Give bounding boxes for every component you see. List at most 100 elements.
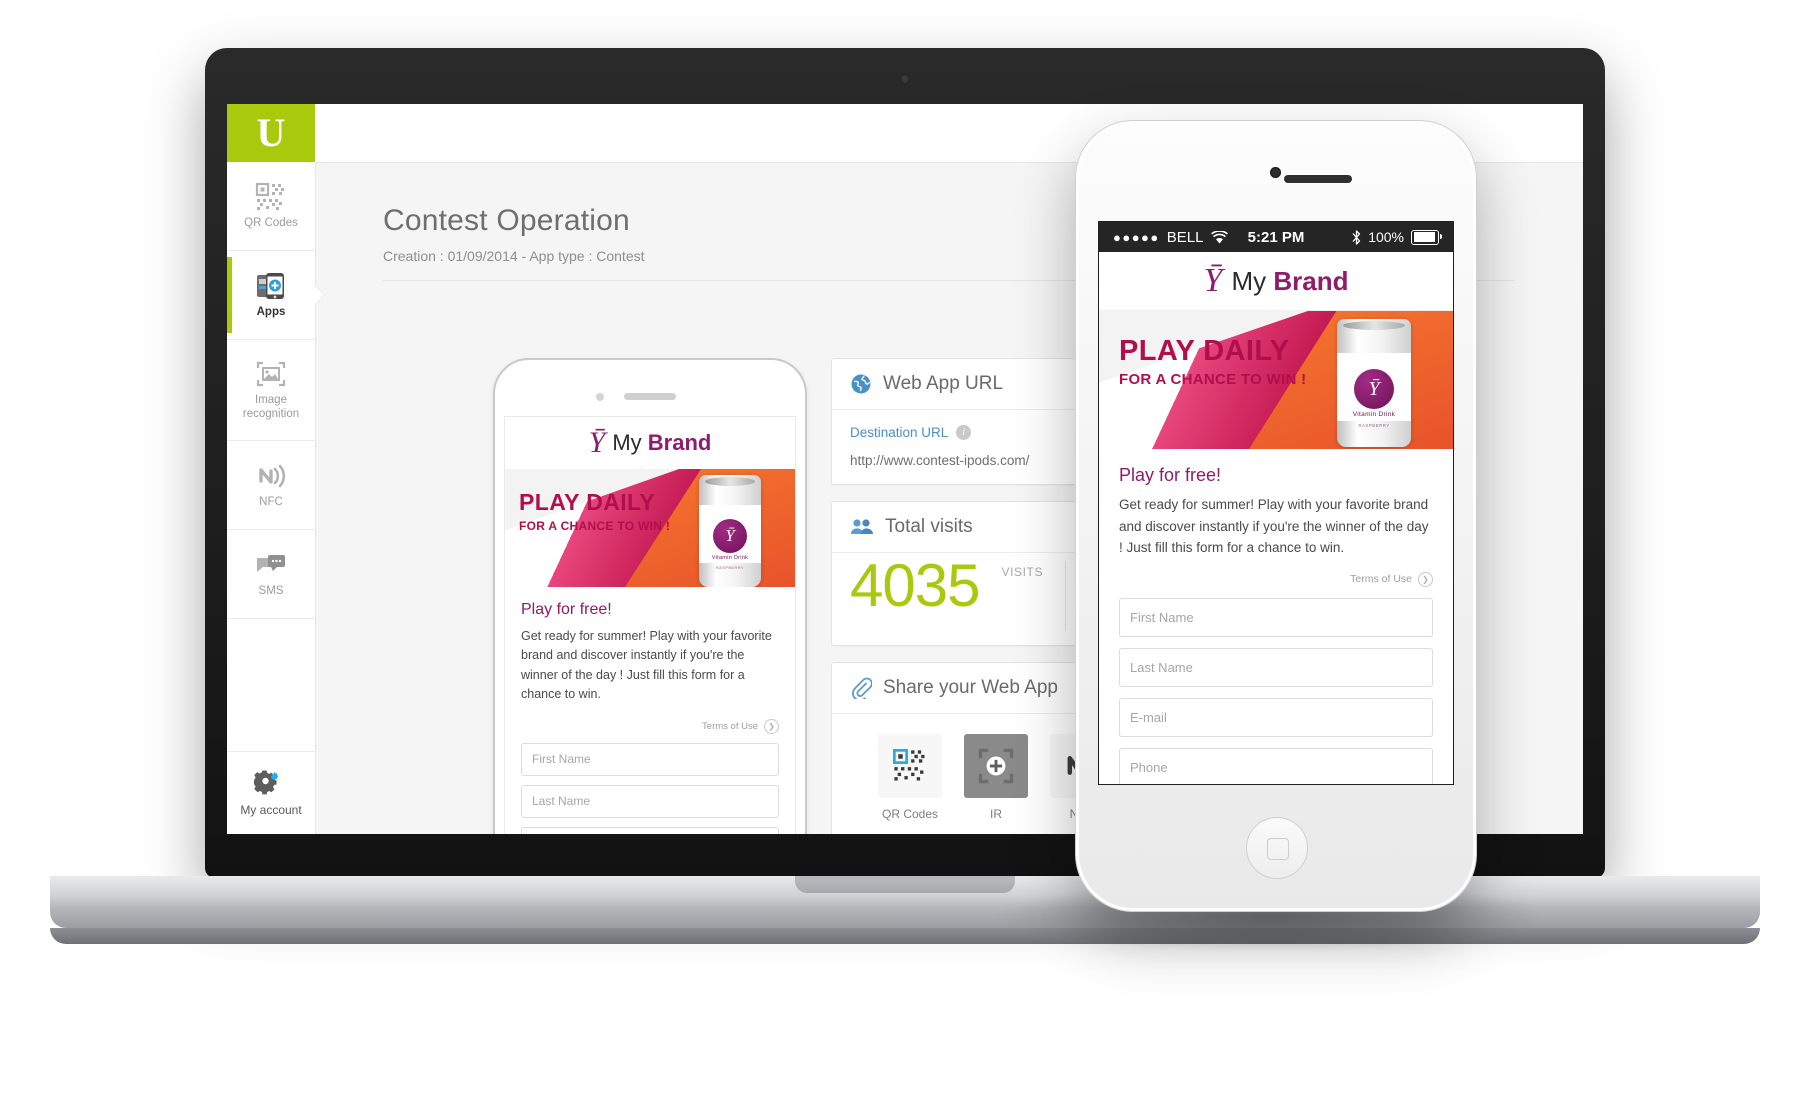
nfc-icon [259,464,286,488]
preview-headline: Play for free! [521,601,612,618]
field-placeholder: Last Name [532,794,591,808]
bluetooth-icon [1352,229,1361,245]
field-placeholder: E-mail [1130,709,1167,725]
can-logo: Ȳ [1354,369,1394,409]
carrier-name: BELL [1166,228,1204,246]
terms-label: Terms of Use [702,720,758,732]
preview-paragraph: Get ready for summer! Play with your fav… [521,629,772,702]
battery-icon [1411,229,1442,245]
sidebar-item-my-account[interactable]: My account [227,751,315,834]
iphone-terms-row[interactable]: Terms of Use ❯ [1119,571,1433,587]
share-channel-ir[interactable]: IR [964,734,1028,821]
laptop-notch [795,876,1015,893]
iphone-speaker-icon [1284,175,1352,183]
hero-text: PLAY DAILY FOR A CHANCE TO WIN ! [519,491,671,534]
sidebar-item-label: Apps [256,305,286,318]
status-right-group: 100% [1352,229,1442,245]
iphone-last-name-field[interactable]: Last Name [1119,647,1433,687]
field-placeholder: First Name [1130,609,1194,625]
screenshot-stage: U QR Codes Apps Image recognition NFC SM… [0,0,1800,1100]
hero-line-2: FOR A CHANCE TO WIN ! [519,519,671,533]
can-label: Vitamin Drink [1352,411,1396,418]
battery-percentage: 100% [1368,229,1404,245]
logo-letter: U [256,110,286,155]
iphone-phone-field[interactable]: Phone [1119,747,1433,784]
chevron-right-icon: ❯ [764,718,779,734]
apps-icon [257,272,284,299]
preview-phone: Ȳ My Brand PLAY DAILY FOR A CHANCE TO WI… [493,358,807,834]
image-recognition-icon [256,362,286,387]
iphone-first-name-field[interactable]: First Name [1119,597,1433,637]
hero-line-2: FOR A CHANCE TO WIN ! [1119,371,1307,388]
globe-icon [851,374,871,394]
ir-target-icon [978,748,1014,784]
status-time: 5:21 PM [1247,228,1305,246]
can-top [705,477,755,486]
destination-url-link[interactable]: Destination URL i [850,425,972,440]
wifi-icon [1211,230,1229,243]
info-icon[interactable]: i [956,425,972,440]
iphone-home-button[interactable] [1246,817,1308,879]
sidebar-account-label: My account [240,803,302,817]
total-visits-unit: VISITS [1001,565,1044,579]
iphone-headline: Play for free! [1119,465,1222,485]
share-tile [878,734,942,799]
sms-icon [257,554,285,572]
hero-line-1: PLAY DAILY [1119,335,1290,367]
iphone-email-field[interactable]: E-mail [1119,697,1433,737]
chevron-right-icon: ❯ [1418,571,1433,587]
sidebar-item-label: Image recognition [242,394,300,420]
field-placeholder: Last Name [1130,659,1193,675]
web-app-url-card-title: Web App URL [883,373,1004,394]
sidebar-item-nfc[interactable]: NFC [227,441,315,530]
iphone-status-bar: ●●●●● BELL 5:21 PM 100% [1099,222,1453,252]
sidebar-item-label: NFC [259,495,283,508]
sidebar-item-sms[interactable]: SMS [227,530,315,619]
terms-label: Terms of Use [1350,573,1412,586]
sidebar-item-image-recognition[interactable]: Image recognition [227,340,315,441]
iphone-form-body: Play for free! Get ready for summer! Pla… [1099,449,1453,784]
sidebar-item-label: SMS [258,584,284,597]
share-tile-selected [964,734,1028,799]
qr-code-icon [255,182,284,210]
preview-form-body: Play for free! Get ready for summer! Pla… [505,587,795,834]
brand-mark-icon: Ȳ [1203,262,1223,299]
total-visits-value: 4035 [850,552,980,619]
iphone-device: ●●●●● BELL 5:21 PM 100% Ȳ My Brand PLAY … [1075,120,1477,912]
brand-mark-icon: Ȳ [588,426,606,459]
brand-name: My Brand [1231,265,1349,296]
share-channel-label: IR [990,807,1002,822]
sidebar-item-qr-codes[interactable]: QR Codes [227,162,315,251]
hero-text: PLAY DAILY FOR A CHANCE TO WIN ! [1119,335,1307,389]
share-channel-qr-codes[interactable]: QR Codes [878,734,942,821]
app-logo[interactable]: U [227,104,315,173]
preview-brand-bar: Ȳ My Brand [505,417,795,469]
field-placeholder: First Name [532,752,591,766]
field-placeholder: Phone [1130,759,1168,775]
iphone-camera-icon [1270,167,1281,178]
can-sublabel: RASPBERRY [715,565,745,570]
can-top [1343,321,1405,330]
can-label: Vitamin Drink [711,555,749,561]
sidebar-item-apps[interactable]: Apps [227,251,315,340]
webcam-icon [900,74,910,84]
preview-email-field[interactable]: E-mail [521,826,779,834]
share-channel-label: QR Codes [881,807,939,822]
product-can-image: Ȳ Vitamin Drink RASPBERRY [699,475,761,587]
users-icon [851,519,873,534]
preview-camera-icon [596,393,604,401]
can-sublabel: RASPBERRY [1358,423,1390,428]
preview-first-name-field[interactable]: First Name [521,742,779,776]
preview-screen: Ȳ My Brand PLAY DAILY FOR A CHANCE TO WI… [504,416,796,834]
iphone-paragraph: Get ready for summer! Play with your fav… [1119,497,1429,556]
share-card-title: Share your Web App [883,677,1058,699]
paperclip-icon [852,677,872,700]
preview-hero-banner: PLAY DAILY FOR A CHANCE TO WIN ! Ȳ Vitam… [505,469,795,587]
destination-url-label: Destination URL [850,425,949,440]
preview-terms-row[interactable]: Terms of Use ❯ [521,718,779,734]
sidebar: QR Codes Apps Image recognition NFC SMS … [227,162,316,834]
gear-icon [254,770,281,795]
preview-last-name-field[interactable]: Last Name [521,784,779,818]
brand-name: My Brand [612,430,712,455]
total-visits-card-title: Total visits [885,516,973,537]
